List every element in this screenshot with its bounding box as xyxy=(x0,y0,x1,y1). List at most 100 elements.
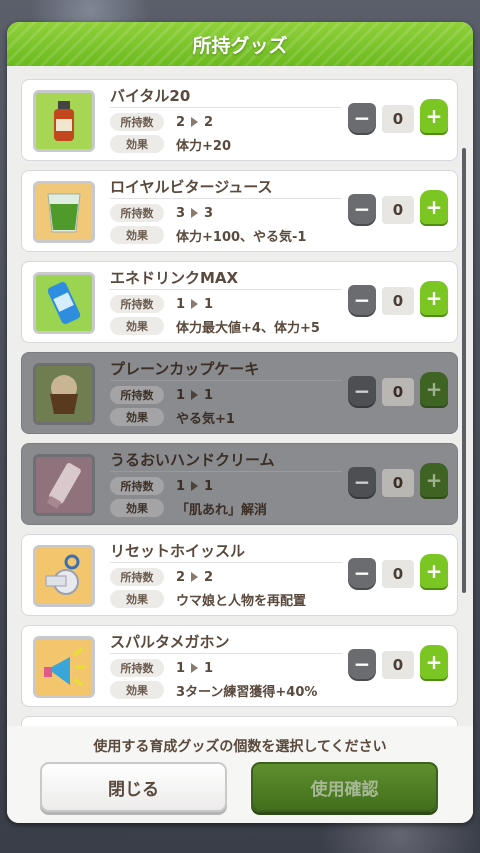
increment-button[interactable]: + xyxy=(420,281,448,315)
divider xyxy=(110,289,342,290)
effect-text: 3ターン練習獲得+40% xyxy=(176,684,318,700)
goods-item-energy-drink-max: エネドリンクMAX 所持数 11 効果 体力最大値+4、体力+5 − 0 + xyxy=(21,261,458,343)
effect-row: 効果 「肌あれ」解消 xyxy=(110,499,268,518)
goods-item-vital20: バイタル20 所持数 22 効果 体力+20 − 0 + xyxy=(21,79,458,161)
decrement-button[interactable]: − xyxy=(348,467,376,497)
energy-can-icon xyxy=(33,272,95,334)
dialog-title: 所持グッズ xyxy=(192,34,288,57)
goods-item-royal-bitter-juice: ロイヤルビタージュース 所持数 33 効果 体力+100、やる気-1 − 0 + xyxy=(21,170,458,252)
effect-text: 体力最大値+4、体力+5 xyxy=(176,320,320,336)
quantity-value: 0 xyxy=(382,469,414,497)
increment-button[interactable]: + xyxy=(420,463,448,497)
decrement-button[interactable]: − xyxy=(348,285,376,315)
list-scrollbar[interactable] xyxy=(462,148,466,593)
effect-text: ウマ娘と人物を再配置 xyxy=(176,593,307,609)
quantity-stepper: − 0 + xyxy=(348,463,448,501)
close-button[interactable]: 閉じる xyxy=(40,762,227,812)
dialog-footer: 使用する育成グッズの個数を選択してください 閉じる 使用確認 xyxy=(7,726,473,823)
quantity-stepper: − 0 + xyxy=(348,554,448,592)
effect-label: 効果 xyxy=(110,590,164,608)
owned-label: 所持数 xyxy=(110,659,164,677)
arrow-right-icon xyxy=(191,390,199,400)
goods-list[interactable]: バイタル20 所持数 22 効果 体力+20 − 0 + ロイヤルビタージュース xyxy=(7,66,473,726)
arrow-right-icon xyxy=(191,117,199,127)
arrow-right-icon xyxy=(191,208,199,218)
quantity-value: 0 xyxy=(382,105,414,133)
effect-row: 効果 やる気+1 xyxy=(110,408,235,427)
owned-label: 所持数 xyxy=(110,568,164,586)
arrow-right-icon xyxy=(191,572,199,582)
owned-count: 22 xyxy=(176,114,214,130)
item-name: バイタル20 xyxy=(110,87,191,105)
owned-count: 22 xyxy=(176,569,214,585)
effect-row: 効果 体力最大値+4、体力+5 xyxy=(110,317,320,336)
effect-label: 効果 xyxy=(110,317,164,335)
owned-count: 11 xyxy=(176,296,214,312)
owned-row: 所持数 11 xyxy=(110,659,213,677)
owned-label: 所持数 xyxy=(110,295,164,313)
goods-item-sparta-megaphone: スパルタメガホン 所持数 11 効果 3ターン練習獲得+40% − 0 + xyxy=(21,625,458,707)
vital-drink-icon xyxy=(33,90,95,152)
owned-count: 11 xyxy=(176,387,214,403)
owned-label: 所持数 xyxy=(110,386,164,404)
effect-text: 体力+20 xyxy=(176,138,231,154)
effect-label: 効果 xyxy=(110,408,164,426)
increment-button[interactable]: + xyxy=(420,190,448,224)
arrow-right-icon xyxy=(191,299,199,309)
whistle-icon xyxy=(33,545,95,607)
divider xyxy=(110,107,342,108)
owned-row: 所持数 11 xyxy=(110,477,213,495)
decrement-button[interactable]: − xyxy=(348,649,376,679)
hand-cream-icon xyxy=(33,454,95,516)
item-name: エネドリンクMAX xyxy=(110,269,239,287)
quantity-stepper: − 0 + xyxy=(348,372,448,410)
decrement-button[interactable]: − xyxy=(348,194,376,224)
quantity-value: 0 xyxy=(382,287,414,315)
owned-row: 所持数 11 xyxy=(110,386,213,404)
effect-label: 効果 xyxy=(110,135,164,153)
effect-label: 効果 xyxy=(110,499,164,517)
effect-text: 「肌あれ」解消 xyxy=(176,502,268,518)
item-name: リセットホイッスル xyxy=(110,542,246,560)
arrow-right-icon xyxy=(191,481,199,491)
owned-label: 所持数 xyxy=(110,113,164,131)
quantity-stepper: − 0 + xyxy=(348,190,448,228)
decrement-button[interactable]: − xyxy=(348,558,376,588)
quantity-value: 0 xyxy=(382,560,414,588)
divider xyxy=(110,198,342,199)
item-name: スパルタメガホン xyxy=(110,633,230,651)
effect-text: 体力+100、やる気-1 xyxy=(176,229,307,245)
decrement-button[interactable]: − xyxy=(348,103,376,133)
owned-row: 所持数 11 xyxy=(110,295,213,313)
cupcake-icon xyxy=(33,363,95,425)
increment-button[interactable]: + xyxy=(420,99,448,133)
goods-item-plain-cupcake: プレーンカップケーキ 所持数 11 効果 やる気+1 − 0 + xyxy=(21,352,458,434)
goods-item-partial xyxy=(21,716,458,726)
increment-button[interactable]: + xyxy=(420,554,448,588)
megaphone-icon xyxy=(33,636,95,698)
use-confirm-button[interactable]: 使用確認 xyxy=(251,762,438,812)
quantity-value: 0 xyxy=(382,378,414,406)
divider xyxy=(110,653,342,654)
effect-row: 効果 体力+100、やる気-1 xyxy=(110,226,307,245)
decrement-button[interactable]: − xyxy=(348,376,376,406)
increment-button[interactable]: + xyxy=(420,372,448,406)
effect-text: やる気+1 xyxy=(176,411,235,427)
effect-label: 効果 xyxy=(110,226,164,244)
owned-count: 11 xyxy=(176,660,214,676)
green-juice-icon xyxy=(33,181,95,243)
increment-button[interactable]: + xyxy=(420,645,448,679)
effect-label: 効果 xyxy=(110,681,164,699)
instruction-text: 使用する育成グッズの個数を選択してください xyxy=(93,739,387,755)
quantity-value: 0 xyxy=(382,196,414,224)
effect-row: 効果 体力+20 xyxy=(110,135,231,154)
owned-goods-dialog: 所持グッズ バイタル20 所持数 22 効果 体力+20 − 0 + ロイヤルビ… xyxy=(7,22,473,823)
arrow-right-icon xyxy=(191,663,199,673)
goods-item-reset-whistle: リセットホイッスル 所持数 22 効果 ウマ娘と人物を再配置 − 0 + xyxy=(21,534,458,616)
quantity-value: 0 xyxy=(382,651,414,679)
goods-item-hand-cream: うるおいハンドクリーム 所持数 11 効果 「肌あれ」解消 − 0 + xyxy=(21,443,458,525)
dialog-header: 所持グッズ xyxy=(7,22,473,66)
divider xyxy=(110,562,342,563)
quantity-stepper: − 0 + xyxy=(348,645,448,683)
divider xyxy=(110,471,342,472)
